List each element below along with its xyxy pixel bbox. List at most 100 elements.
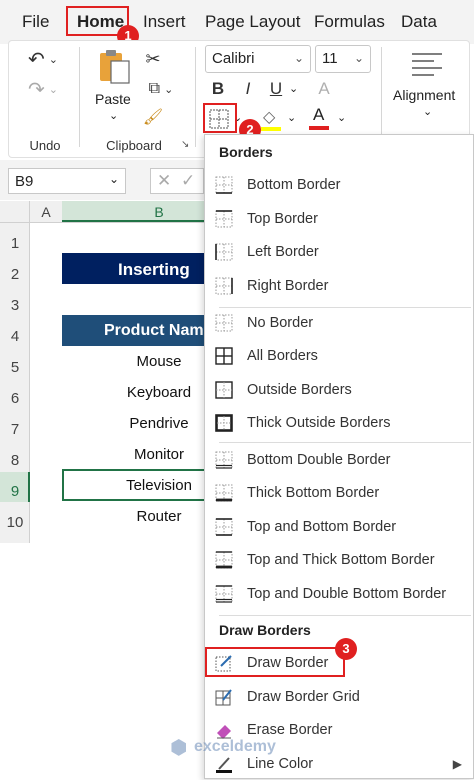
tab-page-layout[interactable]: Page Layout: [205, 12, 300, 32]
top-and-double-bottom-border-item[interactable]: Top and Double Bottom Border: [215, 578, 470, 610]
bold-button[interactable]: B: [209, 79, 227, 99]
font-name-value: Calibri: [212, 50, 255, 67]
divider: [79, 47, 80, 147]
bottom-double-border-label: Bottom Double Border: [247, 452, 391, 468]
tab-formulas[interactable]: Formulas: [314, 12, 385, 32]
paintbrush-icon: 🖌: [142, 109, 164, 126]
alignment-label: Alignment: [393, 87, 456, 103]
fill-color-swatch: [261, 127, 281, 131]
no-border-label: No Border: [247, 315, 314, 331]
row-header-10[interactable]: 10: [0, 514, 30, 531]
top-border-item[interactable]: Top Border: [215, 203, 470, 235]
title-text: Inserting: [118, 260, 190, 279]
thick-outside-borders-label: Thick Outside Borders: [247, 415, 391, 431]
top-and-double-bottom-border-label: Top and Double Bottom Border: [247, 586, 447, 602]
increase-font-icon[interactable]: A: [315, 79, 333, 99]
no-border-icon: [215, 314, 233, 332]
underline-button[interactable]: U: [267, 79, 285, 99]
cut-button[interactable]: ✂: [143, 49, 163, 69]
scissors-icon: ✂: [145, 48, 161, 69]
draw-border-grid-item[interactable]: Draw Border Grid: [215, 681, 470, 713]
no-border-item[interactable]: No Border: [215, 307, 470, 339]
draw-border-grid-icon: [215, 689, 232, 706]
bottom-double-border-item[interactable]: Bottom Double Border: [215, 444, 470, 476]
font-color-swatch: [309, 126, 329, 130]
select-all-corner[interactable]: [0, 201, 30, 223]
fill-color-button[interactable]: ◇ ⌄: [259, 107, 299, 133]
fill-bucket-icon: ◇: [263, 109, 276, 126]
draw-border-grid-label: Draw Border Grid: [247, 689, 360, 705]
column-header-a[interactable]: A: [30, 204, 62, 220]
bottom-border-icon: [215, 176, 233, 194]
chevron-right-icon: ▶: [452, 757, 462, 771]
row-header-2[interactable]: 2: [0, 266, 30, 283]
tab-data[interactable]: Data: [401, 12, 437, 32]
italic-button[interactable]: I: [239, 79, 257, 99]
outside-borders-label: Outside Borders: [247, 382, 352, 398]
copy-icon: ⧉: [148, 80, 161, 97]
tab-insert[interactable]: Insert: [143, 12, 186, 32]
right-border-item[interactable]: Right Border: [215, 270, 470, 302]
borders-heading: Borders: [219, 144, 273, 160]
chevron-down-icon: ⌄: [353, 51, 364, 65]
paste-button[interactable]: Paste ⌄: [93, 49, 137, 129]
logo-icon: ⬢: [170, 737, 188, 759]
undo-group-label: Undo: [29, 138, 61, 153]
clipboard-group-label: Clipboard: [106, 138, 162, 153]
cancel-icon[interactable]: ✕: [157, 171, 171, 191]
tab-file[interactable]: File: [22, 12, 49, 32]
row-header-5[interactable]: 5: [0, 359, 30, 376]
divider: [219, 442, 471, 443]
thick-outside-borders-item[interactable]: Thick Outside Borders: [215, 407, 470, 439]
chevron-down-icon: ⌄: [109, 110, 119, 122]
undo-button[interactable]: ↶ ⌄: [23, 47, 63, 71]
enter-icon[interactable]: ✓: [181, 171, 195, 191]
all-borders-item[interactable]: All Borders: [215, 340, 470, 372]
bottom-border-label: Bottom Border: [247, 177, 341, 193]
left-border-item[interactable]: Left Border: [215, 236, 470, 268]
thick-bottom-border-icon: [215, 484, 233, 502]
thick-outside-borders-icon: [215, 414, 233, 432]
row-header-7[interactable]: 7: [0, 421, 30, 438]
header-text: Product Nam: [104, 322, 204, 339]
top-border-label: Top Border: [247, 211, 318, 227]
all-borders-icon: [215, 347, 233, 365]
row-header-9[interactable]: 9: [0, 483, 30, 500]
format-painter-button[interactable]: 🖌: [143, 107, 163, 127]
bottom-border-item[interactable]: Bottom Border: [215, 169, 470, 201]
copy-button[interactable]: ⧉ ⌄: [143, 79, 179, 99]
divider: [219, 615, 471, 616]
name-box[interactable]: B9 ⌄: [8, 168, 126, 194]
redo-icon: ↷: [28, 78, 45, 101]
chevron-down-icon: ⌄: [289, 83, 299, 95]
row-header-8[interactable]: 8: [0, 452, 30, 469]
row-header-4[interactable]: 4: [0, 328, 30, 345]
draw-border-highlight-box: [205, 647, 345, 677]
chevron-down-icon: ⌄: [293, 51, 304, 65]
name-box-value: B9: [15, 173, 34, 190]
row-header-6[interactable]: 6: [0, 390, 30, 407]
draw-borders-heading: Draw Borders: [219, 622, 311, 638]
font-size-select[interactable]: 11 ⌄: [315, 45, 371, 73]
top-and-bottom-border-item[interactable]: Top and Bottom Border: [215, 511, 470, 543]
align-left-icon: [412, 53, 442, 76]
top-and-bottom-border-icon: [215, 518, 233, 536]
all-borders-label: All Borders: [247, 348, 318, 364]
undo-icon: ↶: [28, 48, 45, 71]
row-header-3[interactable]: 3: [0, 297, 30, 314]
top-and-thick-bottom-border-icon: [215, 551, 233, 569]
bottom-double-border-icon: [215, 451, 233, 469]
right-border-icon: [215, 277, 233, 295]
row-header-1[interactable]: 1: [0, 235, 30, 252]
font-color-button[interactable]: A ⌄: [307, 105, 347, 133]
top-and-thick-bottom-border-item[interactable]: Top and Thick Bottom Border: [215, 544, 470, 576]
alignment-button[interactable]: Alignment ⌄: [389, 49, 465, 121]
font-name-select[interactable]: Calibri ⌄: [205, 45, 311, 73]
borders-highlight-box: [203, 103, 237, 133]
thick-bottom-border-item[interactable]: Thick Bottom Border: [215, 477, 470, 509]
redo-button[interactable]: ↷ ⌄: [23, 77, 63, 101]
menu-bar: File Home Insert Page Layout Formulas Da…: [0, 0, 474, 47]
outside-borders-item[interactable]: Outside Borders: [215, 374, 470, 406]
watermark-logo: ⬢ exceldemy: [170, 735, 330, 761]
dialog-launcher-icon[interactable]: ↘: [181, 139, 189, 150]
